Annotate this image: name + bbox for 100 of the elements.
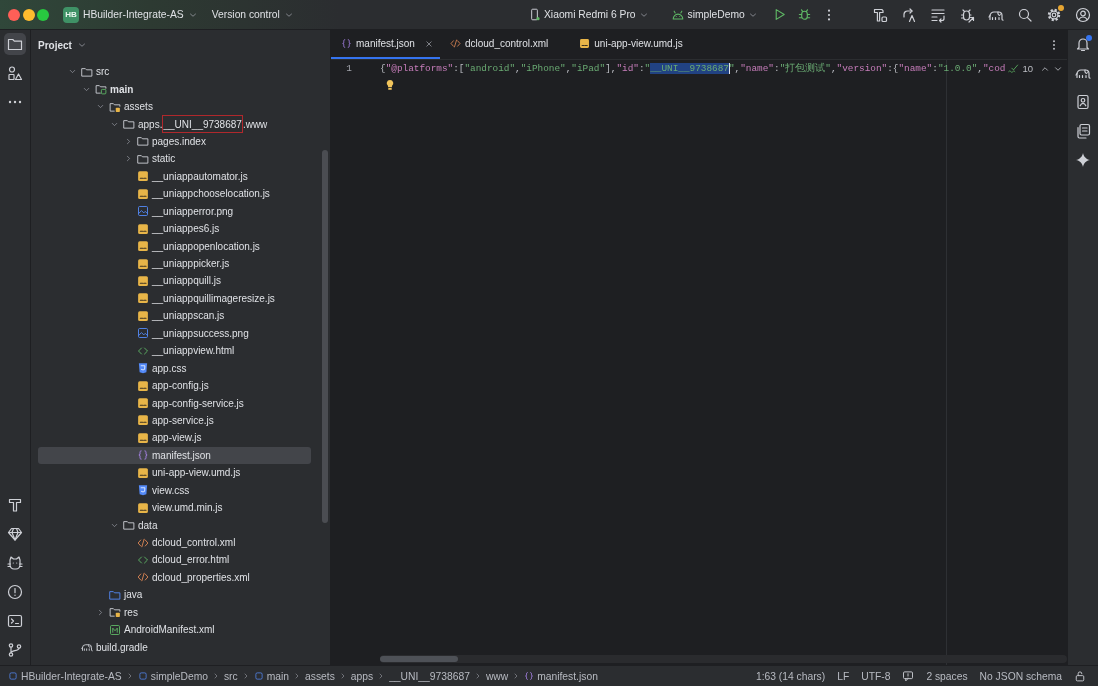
- minimize-window-icon[interactable]: [22, 8, 35, 21]
- close-window-icon[interactable]: [8, 8, 20, 21]
- tree-item[interactable]: static: [38, 150, 311, 168]
- copy-icon[interactable]: [1075, 123, 1091, 139]
- elephant-icon: [81, 641, 93, 654]
- lightbulb-icon[interactable]: [384, 79, 396, 91]
- check-icon[interactable]: [1008, 63, 1020, 74]
- tree-item[interactable]: app.css: [38, 359, 311, 377]
- run-config-selector[interactable]: simpleDemo: [670, 7, 758, 22]
- tree-item[interactable]: res: [38, 603, 311, 621]
- line-separator[interactable]: LF: [837, 670, 850, 682]
- curved-arrow-icon[interactable]: [901, 6, 917, 23]
- scrollbar-thumb[interactable]: [380, 656, 458, 662]
- scrollbar-thumb[interactable]: [322, 150, 328, 523]
- tree-item[interactable]: build.gradle: [38, 638, 311, 656]
- branch-icon: [7, 642, 23, 658]
- scrollbar-track[interactable]: [380, 655, 1067, 663]
- tree-item[interactable]: __uniappautomator.js: [38, 167, 311, 186]
- device-selector[interactable]: Xiaomi Redmi 6 Pro: [528, 8, 649, 21]
- js-file-icon: [137, 397, 149, 410]
- tree-item[interactable]: __uniappquill.js: [38, 272, 311, 290]
- vcs-dropdown[interactable]: Version control: [211, 9, 294, 20]
- image-file-icon: [137, 327, 149, 340]
- tree-item[interactable]: __uniappscan.js: [38, 307, 311, 325]
- tree-item[interactable]: app-config-service.js: [38, 394, 311, 412]
- tree-item[interactable]: __uniappopenlocation.js: [38, 237, 311, 255]
- tool-window-button[interactable]: [4, 33, 26, 55]
- tree-item[interactable]: uni-app-view.umd.js: [38, 464, 311, 482]
- braces-icon: [341, 38, 352, 49]
- tree-item[interactable]: view.css: [38, 481, 311, 499]
- caret-icon: [76, 40, 87, 50]
- folder-icon: [123, 519, 135, 532]
- tree-item[interactable]: dcloud_properties.xml: [38, 568, 311, 587]
- tree-item[interactable]: dcloud_error.html: [38, 551, 311, 569]
- cat-icon: [7, 555, 23, 571]
- indent-setting[interactable]: 2 spaces: [926, 670, 968, 682]
- module-icon: [253, 671, 264, 681]
- tree-item[interactable]: __uniappview.html: [38, 342, 311, 360]
- js-file-icon: [137, 274, 149, 287]
- lock-icon[interactable]: [1074, 670, 1086, 682]
- cursor-position[interactable]: 1:63 (14 chars): [755, 670, 826, 682]
- breadcrumb[interactable]: manifest.json: [524, 670, 598, 682]
- tree-item[interactable]: __uniapperror.png: [38, 202, 311, 220]
- account-icon[interactable]: [1075, 6, 1091, 23]
- terminal-icon: [7, 613, 23, 629]
- editor-tab[interactable]: uni-app-view.umd.js: [569, 30, 704, 59]
- tree-item[interactable]: app-view.js: [38, 429, 311, 447]
- tree-item[interactable]: java: [38, 586, 311, 604]
- file-encoding[interactable]: UTF-8: [861, 670, 891, 682]
- search-icon[interactable]: [1017, 6, 1033, 23]
- tree-item[interactable]: app-config.js: [38, 376, 311, 395]
- device-icon[interactable]: [1075, 94, 1091, 110]
- xml-tag-icon: [137, 571, 149, 584]
- comment-icon[interactable]: [902, 670, 915, 682]
- settings-icon[interactable]: [1046, 6, 1062, 23]
- breadcrumb[interactable]: src: [223, 670, 238, 682]
- angle-brackets-icon: [137, 344, 149, 357]
- tree-item[interactable]: __uniappchooselocation.js: [38, 185, 311, 203]
- list-icon[interactable]: [930, 6, 946, 23]
- project-view-dropdown[interactable]: Project: [38, 39, 87, 51]
- sparkle-icon[interactable]: [1075, 152, 1091, 168]
- breadcrumb[interactable]: assets: [305, 670, 335, 682]
- tree-item[interactable]: src: [38, 63, 311, 81]
- bell-icon[interactable]: [1075, 36, 1091, 52]
- tree-item[interactable]: manifest.json: [38, 446, 311, 465]
- breadcrumb[interactable]: simpleDemo: [137, 670, 208, 682]
- folder-icon: [81, 65, 93, 78]
- tree-item[interactable]: pages.index: [38, 132, 311, 151]
- folder-icon: [137, 135, 149, 148]
- project-badge: HB: [63, 6, 79, 23]
- tree-item[interactable]: app-service.js: [38, 411, 311, 430]
- breadcrumb[interactable]: www: [485, 670, 509, 682]
- tree-item[interactable]: __uniapppicker.js: [38, 254, 311, 273]
- js-file-icon: [137, 240, 149, 253]
- tree-item[interactable]: assets: [38, 97, 311, 116]
- tree-item[interactable]: main: [38, 80, 311, 98]
- js-file-icon: [579, 38, 591, 49]
- breadcrumb[interactable]: apps: [350, 670, 374, 682]
- breadcrumb[interactable]: __UNI__9738687: [389, 670, 470, 682]
- tree-item[interactable]: AndroidManifest.xml: [38, 621, 311, 639]
- project-switcher[interactable]: HBuilder-Integrate-AS: [83, 9, 198, 20]
- tree-item[interactable]: view.umd.min.js: [38, 498, 311, 517]
- module-icon: [137, 671, 148, 681]
- bug-icon[interactable]: [796, 7, 812, 22]
- close-icon[interactable]: [423, 38, 434, 49]
- hammer-icon[interactable]: [872, 6, 888, 23]
- tree-item[interactable]: apps.__UNI__9738687.www: [38, 115, 311, 133]
- tree-item[interactable]: dcloud_control.xml: [38, 533, 311, 552]
- code-line[interactable]: {"@platforms":["android","iPhone","iPad"],"id":"__UNI__9738687","name":"打包测试","version":{"name":"1.0.0","cod: [380, 60, 1006, 77]
- editor-tab[interactable]: dcloud_control.xml: [439, 30, 570, 59]
- zoom-window-icon[interactable]: [37, 8, 49, 21]
- schema-selector[interactable]: No JSON schema: [979, 670, 1062, 682]
- tree-item[interactable]: data: [38, 516, 311, 534]
- tree-item[interactable]: __uniappes6.js: [38, 219, 311, 238]
- tree-item[interactable]: __uniappsuccess.png: [38, 324, 311, 342]
- breadcrumb[interactable]: HBuilder-Integrate-AS: [8, 670, 122, 682]
- breadcrumb[interactable]: main: [253, 670, 290, 682]
- editor-tab[interactable]: manifest.json: [331, 30, 440, 59]
- problem-count[interactable]: 10: [1022, 63, 1033, 74]
- tree-item[interactable]: __uniappquillimageresize.js: [38, 289, 311, 308]
